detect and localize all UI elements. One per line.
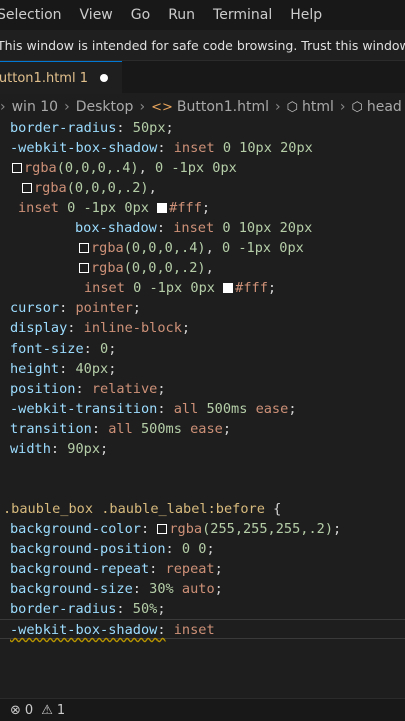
code-line: background-size: 30% auto;: [10, 581, 223, 598]
current-code-line[interactable]: -webkit-box-shadow: inset: [0, 619, 405, 640]
chevron-right-icon: ›: [339, 99, 346, 115]
menu-run[interactable]: Run: [159, 7, 204, 23]
restricted-mode-banner[interactable]: This window is intended for safe code br…: [0, 30, 405, 61]
code-line: inset 0 -1px 0px #fff;: [84, 280, 277, 297]
error-icon: ⊗: [10, 702, 21, 718]
breadcrumb-item-win10[interactable]: win 10: [12, 99, 58, 115]
code-line: background-repeat: repeat;: [10, 561, 223, 578]
color-swatch-icon[interactable]: [157, 523, 168, 534]
color-swatch-icon[interactable]: [79, 243, 89, 254]
breadcrumb-item-desktop[interactable]: Desktop: [76, 99, 134, 115]
color-swatch-icon[interactable]: [223, 283, 234, 294]
breadcrumb: › win 10 › Desktop › <> Button1.html › ⬡…: [0, 94, 405, 120]
code-line: rgba(0,0,0,.4), 0 -1px 0px: [0, 158, 405, 178]
menu-selection[interactable]: Selection: [0, 7, 71, 23]
code-line: transition: all 500ms ease;: [10, 420, 232, 437]
code-line: background-color: rgba(255,255,255,.2);: [10, 520, 342, 537]
menu-bar: Selection View Go Run Terminal Help: [0, 0, 405, 30]
color-swatch-icon[interactable]: [79, 263, 89, 274]
error-count: 0: [24, 702, 34, 718]
tab-label: Button1.html 1: [0, 70, 88, 86]
warning-icon: ⚠: [41, 702, 53, 718]
color-swatch-icon[interactable]: [12, 163, 22, 174]
cube-icon: ⬡: [286, 99, 298, 115]
code-line: border-radius: 50px;: [10, 120, 174, 136]
breadcrumb-item-head[interactable]: head: [367, 99, 402, 115]
warning-count: 1: [56, 702, 66, 718]
code-editor[interactable]: border-radius: 50px; -webkit-box-shadow:…: [0, 118, 405, 698]
problems-indicator[interactable]: ⊗ 0 ⚠ 1: [10, 703, 65, 718]
breadcrumb-item-file[interactable]: Button1.html: [177, 99, 269, 115]
code-line: cursor: pointer;: [10, 300, 141, 317]
code-line: background-position: 0 0;: [10, 540, 215, 557]
cube-icon: ⬡: [351, 99, 363, 115]
code-line: position: relative;: [10, 380, 166, 397]
menu-help[interactable]: Help: [281, 7, 331, 23]
breadcrumb-item-html[interactable]: html: [302, 99, 334, 115]
tab-button1-html[interactable]: Button1.html 1: [0, 61, 122, 94]
chevron-right-icon: ›: [139, 99, 146, 115]
chevron-right-icon: ›: [275, 99, 281, 115]
code-line: display: inline-block;: [10, 320, 191, 337]
chevron-right-icon: ›: [0, 99, 6, 115]
code-line: border-radius: 50%;: [10, 601, 166, 618]
code-line: width: 90px;: [10, 440, 109, 457]
code-line: .bauble_box .bauble_label:before {: [3, 500, 282, 517]
menu-terminal[interactable]: Terminal: [204, 7, 281, 23]
unsaved-dot-icon[interactable]: [99, 74, 108, 82]
code-line: -webkit-box-shadow: inset 0 10px 20px: [10, 140, 313, 157]
code-line: rgba(0,0,0,.2),: [0, 258, 405, 278]
banner-text: This window is intended for safe code br…: [0, 37, 405, 53]
menu-go[interactable]: Go: [122, 7, 159, 23]
code-line: -webkit-transition: all 500ms ease;: [10, 400, 297, 417]
color-swatch-icon[interactable]: [157, 203, 168, 214]
code-line: rgba(0,0,0,.2),: [0, 178, 405, 198]
code-line: font-size: 0;: [10, 340, 117, 357]
code-line: rgba(0,0,0,.4), 0 -1px 0px: [0, 238, 405, 258]
menu-view[interactable]: View: [71, 7, 122, 23]
code-line: box-shadow: inset 0 10px 20px: [75, 220, 313, 237]
code-line: height: 40px;: [10, 360, 117, 377]
color-swatch-icon[interactable]: [22, 183, 32, 194]
code-line: inset 0 -1px 0px #fff;: [18, 200, 211, 217]
tag-brackets-icon: <>: [151, 99, 173, 115]
status-bar: ⊗ 0 ⚠ 1: [0, 698, 405, 721]
editor-tabs: Button1.html 1: [0, 61, 405, 94]
chevron-right-icon: ›: [64, 99, 70, 115]
